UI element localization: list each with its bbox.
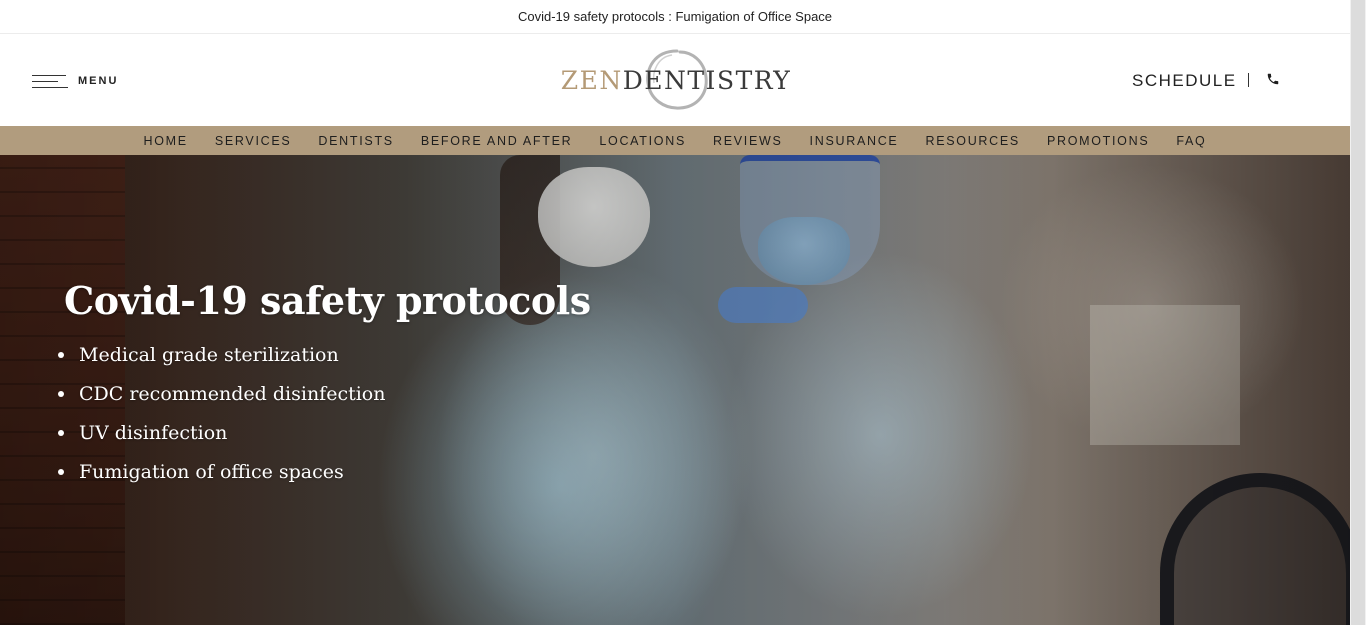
- nav-item-reviews[interactable]: REVIEWS: [713, 134, 783, 148]
- main-nav: HOME SERVICES DENTISTS BEFORE AND AFTER …: [0, 126, 1350, 155]
- nav-item-locations[interactable]: LOCATIONS: [599, 134, 686, 148]
- hero-section: Covid-19 safety protocols Medical grade …: [0, 155, 1350, 625]
- phone-icon[interactable]: [1266, 72, 1280, 91]
- logo-text: ZENDENTISTRY: [561, 66, 792, 95]
- list-item: Medical grade sterilization: [58, 336, 591, 375]
- logo-zen: ZEN: [560, 65, 623, 95]
- list-item: Fumigation of office spaces: [58, 453, 591, 492]
- nav-item-before-and-after[interactable]: BEFORE AND AFTER: [421, 134, 573, 148]
- bullet-text: CDC recommended disinfection: [79, 382, 386, 405]
- announcement-text[interactable]: Covid-19 safety protocols : Fumigation o…: [518, 9, 832, 24]
- hero-bullet-list: Medical grade sterilization CDC recommen…: [58, 336, 591, 492]
- site-header: MENU ZENDENTISTRY SCHEDULE: [0, 35, 1350, 126]
- bullet-icon: [58, 430, 64, 437]
- hero-content: Covid-19 safety protocols Medical grade …: [58, 278, 591, 492]
- nav-item-promotions[interactable]: PROMOTIONS: [1047, 134, 1149, 148]
- nav-item-home[interactable]: HOME: [144, 134, 188, 148]
- logo-dentistry: DENTISTRY: [622, 65, 792, 95]
- bullet-icon: [58, 352, 64, 359]
- page: Covid-19 safety protocols : Fumigation o…: [0, 0, 1366, 625]
- hamburger-icon[interactable]: [32, 73, 68, 89]
- list-item: UV disinfection: [58, 414, 591, 453]
- site-logo[interactable]: ZENDENTISTRY: [561, 47, 790, 113]
- page-scrollbar[interactable]: [1350, 0, 1366, 625]
- announcement-bar[interactable]: Covid-19 safety protocols : Fumigation o…: [0, 0, 1350, 34]
- nav-item-faq[interactable]: FAQ: [1176, 134, 1206, 148]
- header-divider: [1248, 73, 1249, 87]
- scrollbar-thumb[interactable]: [1351, 0, 1365, 625]
- menu-button[interactable]: MENU: [32, 71, 118, 91]
- bullet-text: Fumigation of office spaces: [79, 460, 344, 483]
- bullet-text: Medical grade sterilization: [79, 343, 339, 366]
- menu-label[interactable]: MENU: [78, 75, 118, 87]
- schedule-link[interactable]: SCHEDULE: [1132, 71, 1237, 91]
- bullet-icon: [58, 391, 64, 398]
- nav-item-services[interactable]: SERVICES: [215, 134, 292, 148]
- nav-item-insurance[interactable]: INSURANCE: [810, 134, 899, 148]
- bullet-text: UV disinfection: [79, 421, 228, 444]
- hero-title: Covid-19 safety protocols: [64, 278, 591, 323]
- nav-item-resources[interactable]: RESOURCES: [925, 134, 1019, 148]
- list-item: CDC recommended disinfection: [58, 375, 591, 414]
- bullet-icon: [58, 469, 64, 476]
- nav-item-dentists[interactable]: DENTISTS: [318, 134, 393, 148]
